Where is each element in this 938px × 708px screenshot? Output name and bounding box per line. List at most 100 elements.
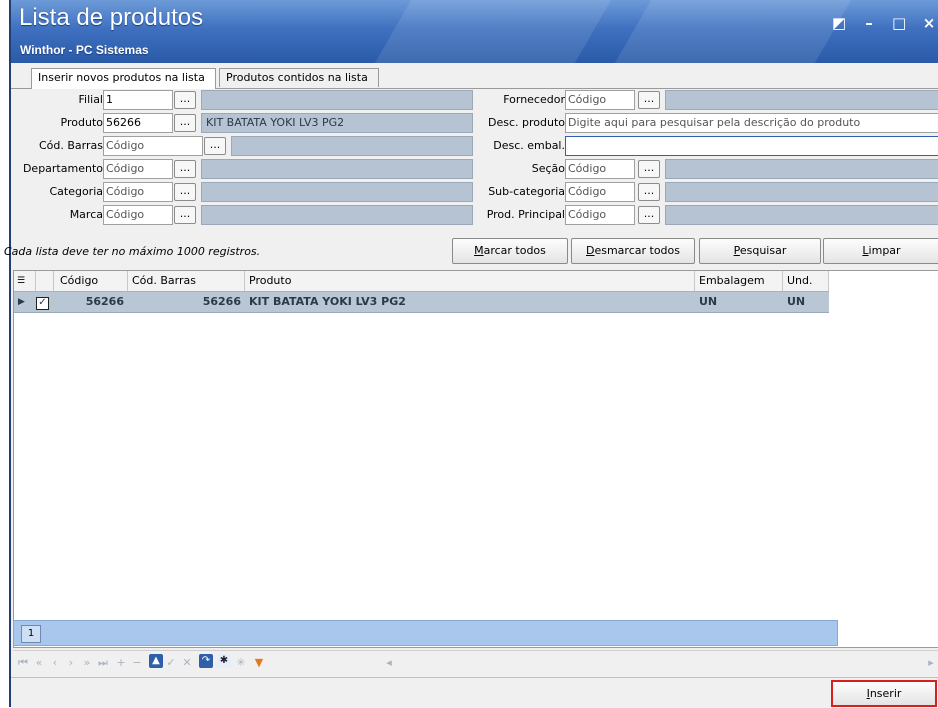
scroll-right-icon[interactable]: ▸ xyxy=(925,656,937,669)
cell-produto: KIT BATATA YOKI LV3 PG2 xyxy=(249,295,406,308)
marcar-label: arcar todos xyxy=(483,244,546,257)
window-subtitle: Winthor - PC Sistemas xyxy=(20,43,149,57)
row-checkbox[interactable]: ✓ xyxy=(36,292,54,312)
filial-lookup-button[interactable]: ... xyxy=(174,91,196,109)
last-page-icon[interactable]: ⏭ xyxy=(97,656,109,670)
departamento-description xyxy=(201,159,473,179)
column-header-und[interactable]: Und. xyxy=(783,271,829,291)
minimize-icon[interactable]: – xyxy=(862,14,876,32)
main-window: Lista de produtos Winthor - PC Sistemas … xyxy=(4,0,938,708)
next-record-icon[interactable]: › xyxy=(65,656,77,669)
first-page-icon[interactable]: ⏮ xyxy=(17,656,29,670)
fornecedor-lookup-button[interactable]: ... xyxy=(638,91,660,109)
filial-description xyxy=(201,90,473,110)
table-row[interactable]: ▶ ✓ 56266 56266 KIT BATATA YOKI LV3 PG2 … xyxy=(14,292,829,313)
column-header-embalagem[interactable]: Embalagem xyxy=(695,271,783,291)
maximize-icon[interactable]: □ xyxy=(892,14,906,32)
remove-record-icon[interactable]: − xyxy=(131,656,143,669)
pesquisar-button[interactable]: Pesquisar xyxy=(699,238,821,264)
produto-label: Produto xyxy=(60,116,103,129)
edit-up-icon[interactable]: ▲ xyxy=(149,654,163,668)
confirm-icon[interactable]: ✓ xyxy=(165,656,177,669)
refresh-icon[interactable]: ↷ xyxy=(199,654,213,668)
desc-produto-input[interactable]: Digite aqui para pesquisar pela descriçã… xyxy=(565,113,938,133)
footer-bar: Inserir xyxy=(11,677,938,708)
desc-produto-label: Desc. produto xyxy=(488,116,565,129)
subcategoria-description xyxy=(665,182,938,202)
cancel-icon[interactable]: ✕ xyxy=(181,656,193,669)
desc-embal-label: Desc. embal. xyxy=(493,139,565,152)
produto-description: KIT BATATA YOKI LV3 PG2 xyxy=(201,113,473,133)
cell-codigo: 56266 xyxy=(85,295,124,308)
fornecedor-input[interactable]: Código xyxy=(565,90,635,110)
categoria-input[interactable]: Código xyxy=(103,182,173,202)
products-grid[interactable]: ☰ Código Cód. Barras Produto Embalagem U… xyxy=(13,270,938,648)
restore-icon[interactable]: ◩ xyxy=(832,14,846,32)
secao-label: Seção xyxy=(531,162,565,175)
inserir-button[interactable]: Inserir xyxy=(831,680,937,707)
cell-cod-barras: 56266 xyxy=(202,295,241,308)
cell-embalagem: UN xyxy=(699,295,718,308)
cod-barras-lookup-button[interactable]: ... xyxy=(204,137,226,155)
subcategoria-label: Sub-categoria xyxy=(488,185,565,198)
window-controls: ◩ – □ × xyxy=(832,14,936,32)
desmarcar-todos-button[interactable]: Desmarcar todos xyxy=(571,238,695,264)
cod-barras-description xyxy=(231,136,473,156)
filial-input[interactable]: 1 xyxy=(103,90,173,110)
secao-input[interactable]: Código xyxy=(565,159,635,179)
departamento-label: Departamento xyxy=(22,162,103,175)
marcar-shortcut: M xyxy=(474,244,484,257)
desmarcar-label: esmarcar todos xyxy=(594,244,680,257)
subcategoria-lookup-button[interactable]: ... xyxy=(638,183,660,201)
tab-strip: Inserir novos produtos na lista Produtos… xyxy=(11,68,938,89)
cod-barras-label: Cód. Barras xyxy=(39,139,103,152)
clear-filter-icon[interactable]: ✳ xyxy=(235,656,247,669)
column-header-cod-barras[interactable]: Cód. Barras xyxy=(128,271,245,291)
window-title: Lista de produtos xyxy=(19,4,204,31)
limpar-button[interactable]: Limpar xyxy=(823,238,938,264)
cell-und: UN xyxy=(787,295,806,308)
secao-lookup-button[interactable]: ... xyxy=(638,160,660,178)
categoria-label: Categoria xyxy=(49,185,103,198)
scroll-left-icon[interactable]: ◂ xyxy=(383,656,395,669)
next-page-icon[interactable]: » xyxy=(81,656,93,669)
prod-principal-input[interactable]: Código xyxy=(565,205,635,225)
column-header-codigo[interactable]: Código xyxy=(54,271,128,291)
departamento-input[interactable]: Código xyxy=(103,159,173,179)
marcar-todos-button[interactable]: Marcar todos xyxy=(452,238,568,264)
title-decoration xyxy=(605,0,857,63)
prev-page-icon[interactable]: « xyxy=(33,656,45,669)
page-number-button[interactable]: 1 xyxy=(21,625,41,643)
column-header-produto[interactable]: Produto xyxy=(245,271,695,291)
header-check-column xyxy=(36,271,54,291)
filter-icon[interactable]: ▼ xyxy=(253,656,265,669)
grid-header: ☰ Código Cód. Barras Produto Embalagem U… xyxy=(14,271,829,292)
column-chooser-icon[interactable]: ☰ xyxy=(14,271,36,291)
tab-produtos-contidos[interactable]: Produtos contidos na lista xyxy=(219,68,379,87)
produto-lookup-button[interactable]: ... xyxy=(174,114,196,132)
grid-pager: 1 xyxy=(13,620,838,646)
marca-label: Marca xyxy=(69,208,103,221)
add-record-icon[interactable]: + xyxy=(115,656,127,669)
prod-principal-label: Prod. Principal xyxy=(486,208,565,221)
desc-embal-input[interactable] xyxy=(565,136,938,156)
checkbox-checked-icon: ✓ xyxy=(36,297,49,310)
marca-lookup-button[interactable]: ... xyxy=(174,206,196,224)
marca-description xyxy=(201,205,473,225)
prod-principal-description xyxy=(665,205,938,225)
secao-description xyxy=(665,159,938,179)
asterisk-icon[interactable]: ✱ xyxy=(217,654,231,668)
records-limit-note: Cada lista deve ter no máximo 1000 regis… xyxy=(4,245,261,258)
departamento-lookup-button[interactable]: ... xyxy=(174,160,196,178)
produto-input[interactable]: 56266 xyxy=(103,113,173,133)
prod-principal-lookup-button[interactable]: ... xyxy=(638,206,660,224)
tab-inserir-novos[interactable]: Inserir novos produtos na lista xyxy=(31,68,216,89)
marca-input[interactable]: Código xyxy=(103,205,173,225)
categoria-lookup-button[interactable]: ... xyxy=(174,183,196,201)
cod-barras-input[interactable]: Código xyxy=(103,136,203,156)
close-icon[interactable]: × xyxy=(922,14,936,32)
pesquisar-label: esquisar xyxy=(739,244,787,257)
subcategoria-input[interactable]: Código xyxy=(565,182,635,202)
title-bar: Lista de produtos Winthor - PC Sistemas … xyxy=(11,0,938,63)
prev-record-icon[interactable]: ‹ xyxy=(49,656,61,669)
